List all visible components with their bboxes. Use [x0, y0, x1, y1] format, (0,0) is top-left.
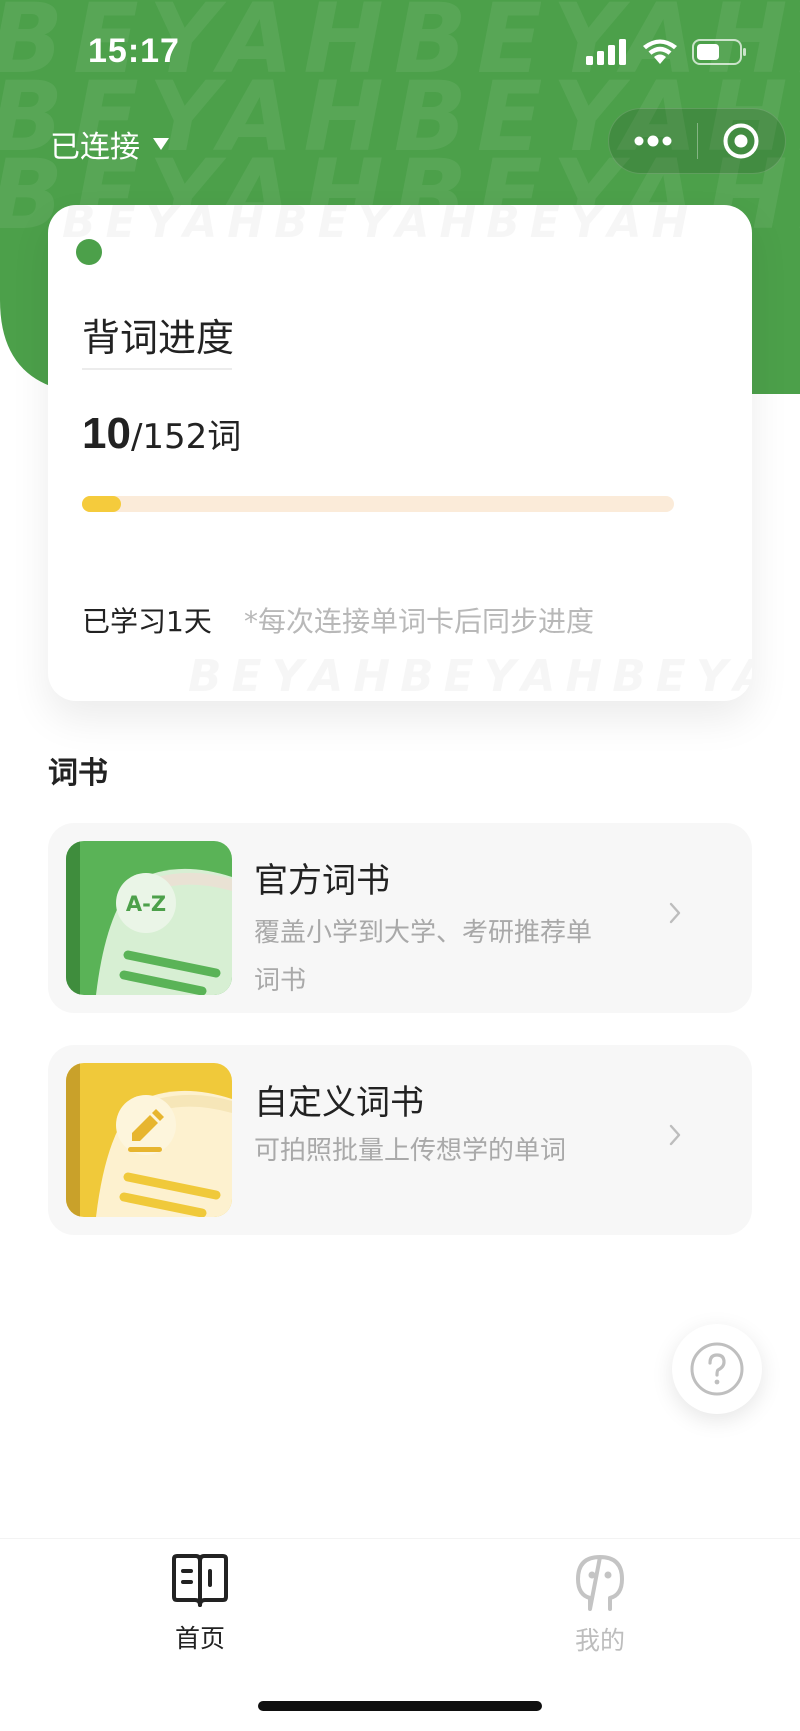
az-badge-text: A-Z [126, 892, 166, 916]
chevron-right-icon [669, 902, 681, 924]
official-book-name: 官方词书 [254, 861, 390, 901]
chevron-right-icon [669, 1124, 681, 1146]
caret-down-icon [153, 138, 169, 150]
miniprogram-capsule [608, 108, 786, 174]
books-section-title: 词书 [48, 756, 108, 791]
tab-home-label: 首页 [174, 1624, 225, 1653]
official-book-cover: A-Z [66, 841, 232, 995]
custom-book-item[interactable]: 自定义词书 可拍照批量上传想学的单词 [48, 1045, 752, 1235]
progress-bar [82, 496, 674, 512]
custom-book-description: 可拍照批量上传想学的单词 [254, 1136, 567, 1166]
help-button[interactable] [672, 1324, 762, 1414]
custom-book-cover [66, 1063, 232, 1217]
progress-title: 背词进度 [82, 316, 235, 360]
tab-mine-label: 我的 [574, 1626, 625, 1655]
progress-card: BEYAHBEYAHBEYAH BEYAHBEYAHBEYA 背词进度 10/1… [48, 205, 752, 701]
status-time: 15:17 [88, 32, 180, 70]
status-bar: 15:17 [0, 0, 800, 100]
target-icon [723, 123, 759, 159]
learned-count: 10 [82, 409, 131, 458]
official-book-description: 覆盖小学到大学、考研推荐单词书 [254, 918, 593, 996]
more-dots-icon [634, 135, 672, 147]
close-miniprogram-button[interactable] [698, 109, 786, 173]
tab-mine[interactable]: 我的 [530, 1553, 670, 1657]
custom-book-name: 自定义词书 [254, 1083, 424, 1123]
battery-icon [692, 39, 746, 65]
signal-icon [586, 39, 626, 65]
tab-home[interactable]: 首页 [130, 1553, 270, 1655]
connection-dropdown[interactable]: 已连接 [50, 122, 170, 166]
question-mark-icon [690, 1342, 744, 1396]
status-icons [586, 38, 748, 66]
wifi-icon [643, 39, 677, 64]
progress-bar-fill [82, 496, 122, 512]
total-count: /152词 [130, 417, 242, 457]
home-indicator [258, 1701, 542, 1711]
days-learned: 已学习1天 [82, 605, 212, 638]
more-button[interactable] [609, 109, 697, 173]
connection-label: 已连接 [50, 130, 140, 165]
card-watermark-top: BEYAHBEYAHBEYAH [62, 205, 698, 248]
word-count: 10/152词 [82, 409, 241, 459]
official-book-item[interactable]: A-Z 官方词书 覆盖小学到大学、考研推荐单词书 [48, 823, 752, 1013]
sync-note: *每次连接单词卡后同步进度 [244, 605, 595, 638]
book-open-icon [172, 1554, 228, 1607]
title-underline [82, 368, 232, 370]
status-dot [76, 239, 102, 265]
person-icon [576, 1555, 624, 1611]
card-watermark-bottom: BEYAHBEYAHBEYA [188, 651, 752, 701]
